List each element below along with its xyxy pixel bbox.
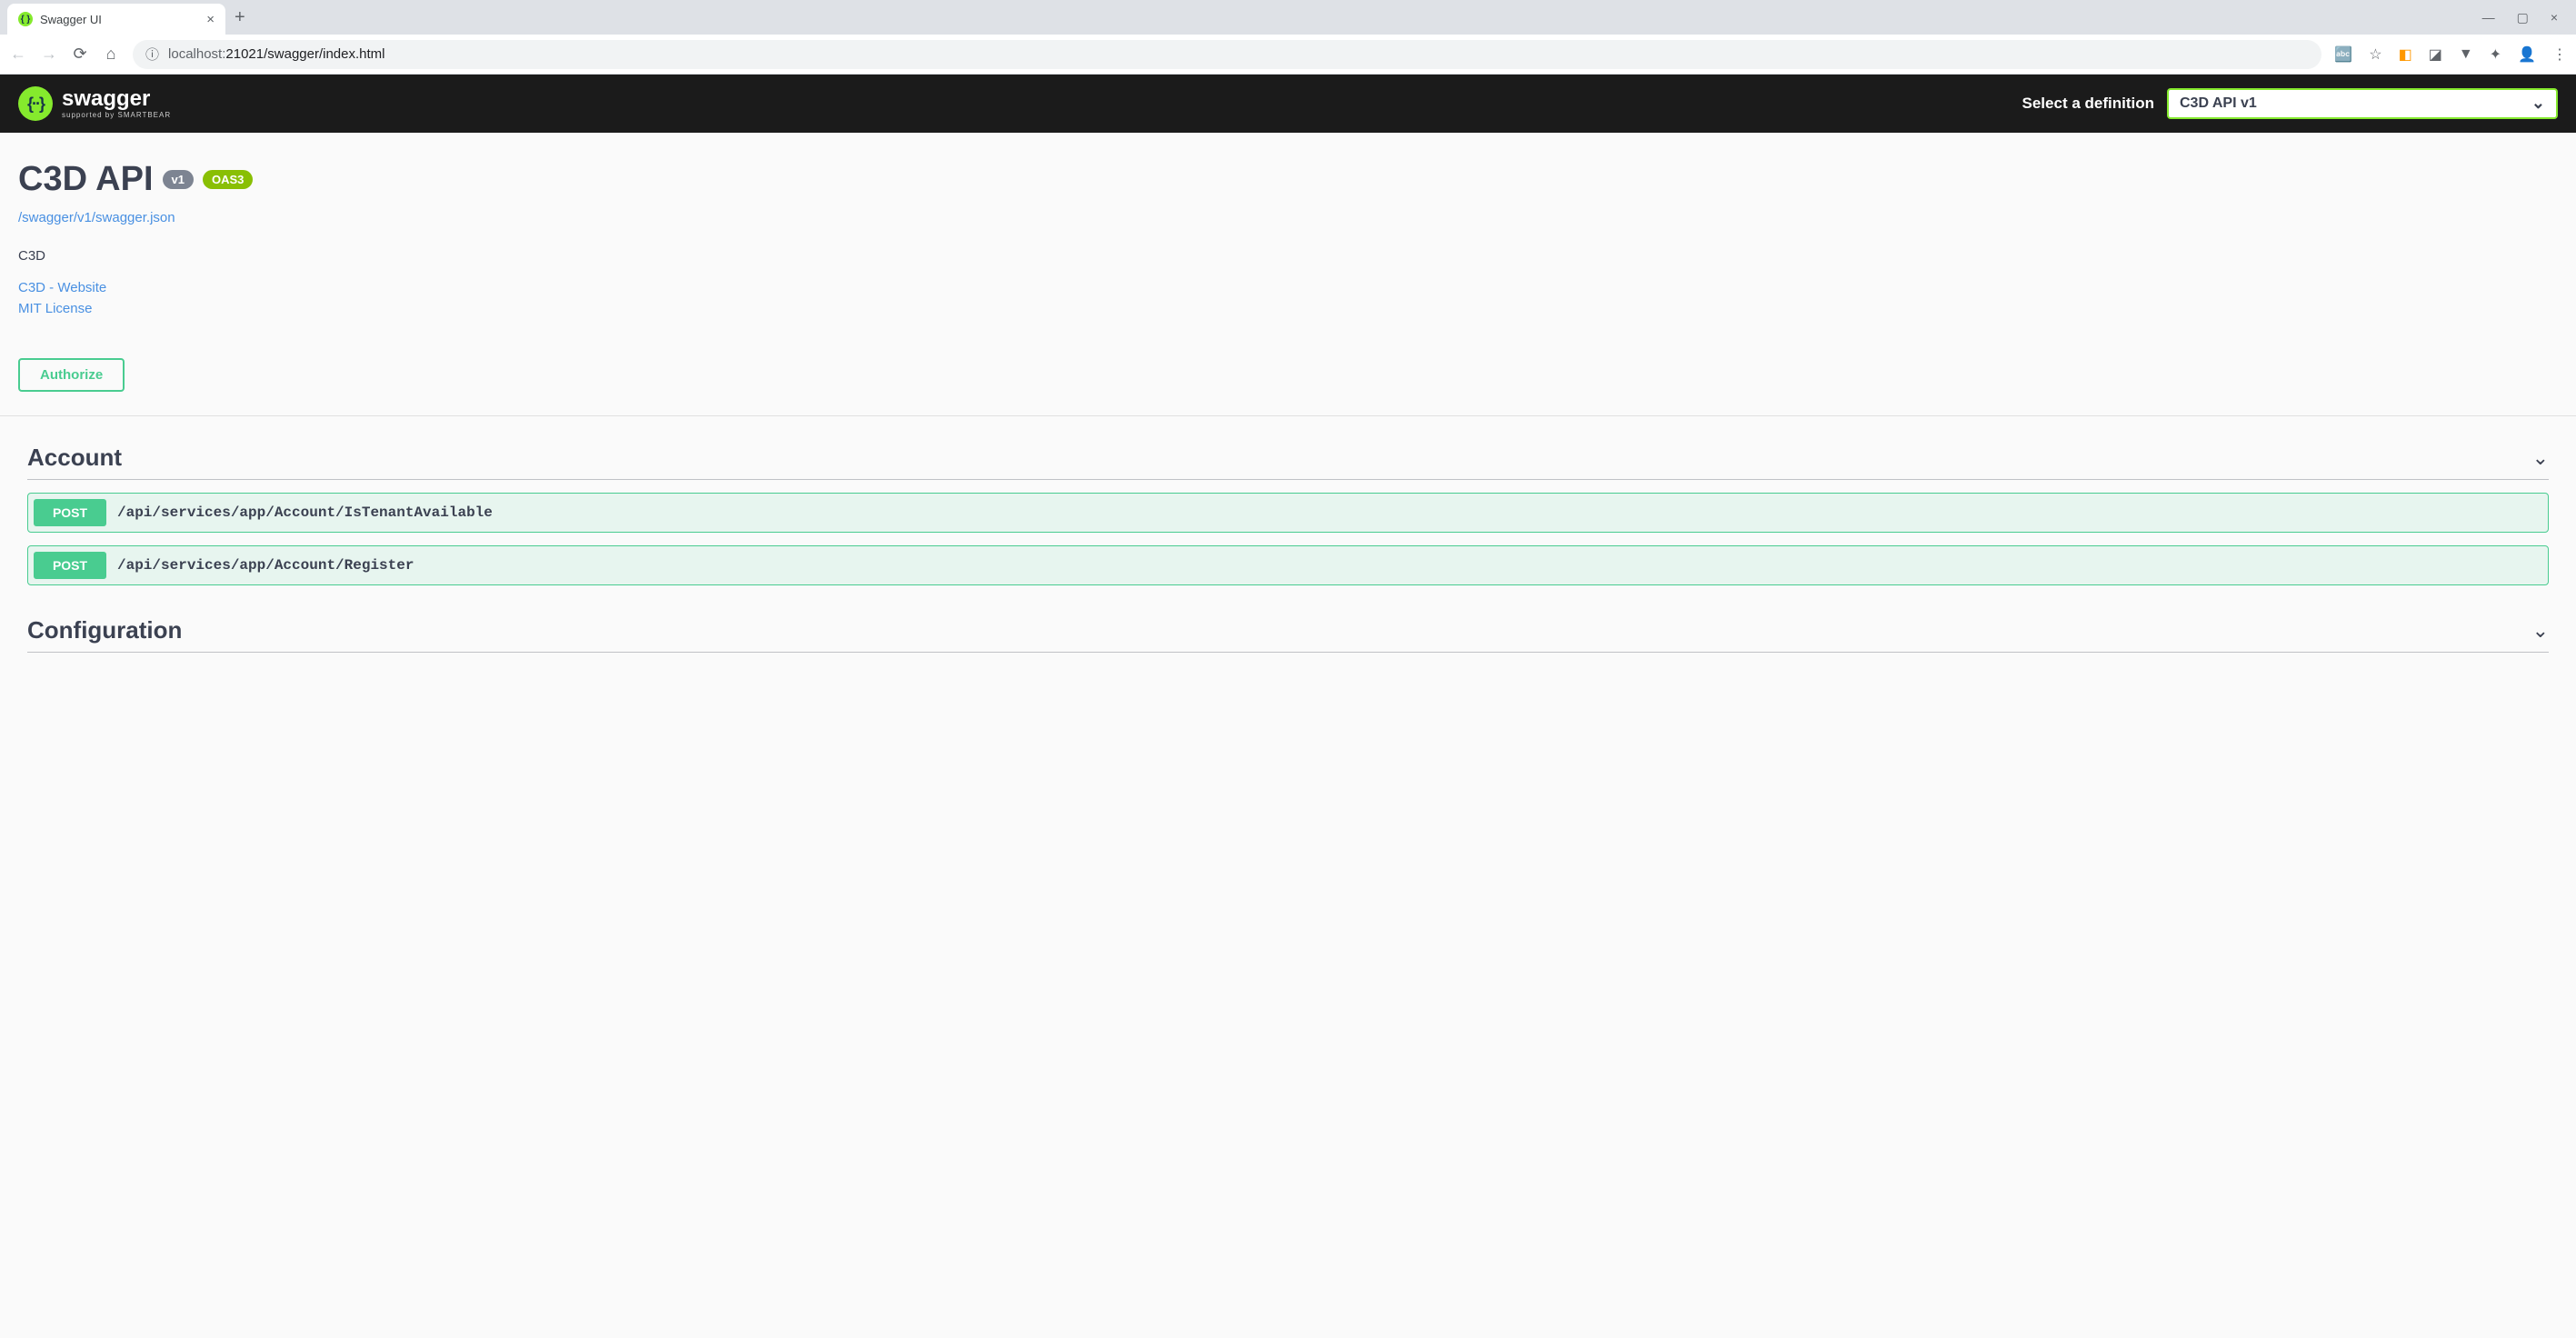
browser-tab[interactable]: { } Swagger UI × — [7, 4, 225, 35]
swagger-topbar: {··} swagger supported by SMARTBEAR Sele… — [0, 75, 2576, 133]
back-icon[interactable]: ← — [9, 45, 27, 64]
translate-icon[interactable]: 🔤 — [2334, 45, 2352, 64]
definition-label: Select a definition — [2022, 95, 2154, 113]
license-link[interactable]: MIT License — [18, 301, 2558, 316]
url-host: localhost: — [168, 46, 225, 62]
definition-select[interactable]: C3D API v1 — [2167, 88, 2558, 119]
address-bar[interactable]: ⓘ localhost:21021/swagger/index.html — [133, 40, 2321, 69]
operation-row[interactable]: POST /api/services/app/Account/IsTenantA… — [27, 493, 2549, 533]
method-badge: POST — [34, 499, 106, 526]
operation-path: /api/services/app/Account/IsTenantAvaila… — [117, 504, 493, 521]
tag-account[interactable]: Account ⌄ — [27, 434, 2549, 480]
url-path: 21021/swagger/index.html — [225, 46, 384, 62]
version-badge: v1 — [163, 170, 194, 189]
extension-icon[interactable]: ◪ — [2429, 45, 2442, 64]
home-icon[interactable]: ⌂ — [102, 45, 120, 64]
info-section: C3D API v1 OAS3 /swagger/v1/swagger.json… — [0, 133, 2576, 358]
reload-icon[interactable]: ⟳ — [71, 45, 89, 64]
address-bar-row: ← → ⟳ ⌂ ⓘ localhost:21021/swagger/index.… — [0, 35, 2576, 75]
definition-selected: C3D API v1 — [2180, 95, 2257, 111]
forward-icon[interactable]: → — [40, 45, 58, 64]
minimize-icon[interactable]: — — [2482, 10, 2495, 25]
website-link[interactable]: C3D - Website — [18, 280, 2558, 295]
window-controls: — ▢ × — [2482, 10, 2569, 25]
maximize-icon[interactable]: ▢ — [2517, 10, 2529, 25]
tab-title: Swagger UI — [40, 13, 102, 26]
oas-badge: OAS3 — [203, 170, 253, 189]
close-tab-icon[interactable]: × — [206, 12, 215, 27]
authorize-button[interactable]: Authorize — [18, 358, 125, 392]
tag-name: Account — [27, 444, 122, 472]
chevron-down-icon: ⌄ — [2532, 619, 2549, 643]
extension-icons: 🔤 ☆ ◧ ◪ ▼ ✦ 👤 ⋮ — [2334, 45, 2567, 64]
chevron-down-icon: ⌄ — [2532, 446, 2549, 470]
bookmark-icon[interactable]: ☆ — [2369, 45, 2381, 64]
more-icon[interactable]: ⋮ — [2552, 45, 2567, 64]
swagger-logo: {··} swagger supported by SMARTBEAR — [18, 86, 171, 121]
method-badge: POST — [34, 552, 106, 579]
logo-subtext: supported by SMARTBEAR — [62, 112, 171, 120]
operations-container: Account ⌄ POST /api/services/app/Account… — [0, 415, 2576, 693]
logo-icon: {··} — [18, 86, 53, 121]
extension-icon[interactable]: ◧ — [2399, 45, 2412, 64]
api-description: C3D — [18, 248, 2558, 264]
tag-configuration[interactable]: Configuration ⌄ — [27, 607, 2549, 653]
api-title: C3D API — [18, 160, 154, 199]
favicon-icon: { } — [18, 12, 33, 26]
tab-bar: { } Swagger UI × + — ▢ × — [0, 0, 2576, 35]
logo-text: swagger — [62, 87, 171, 111]
extensions-puzzle-icon[interactable]: ✦ — [2490, 45, 2501, 64]
tag-name: Configuration — [27, 616, 182, 644]
operation-row[interactable]: POST /api/services/app/Account/Register — [27, 545, 2549, 585]
operation-path: /api/services/app/Account/Register — [117, 557, 414, 574]
site-info-icon[interactable]: ⓘ — [145, 45, 159, 64]
new-tab-button[interactable]: + — [225, 7, 255, 28]
close-window-icon[interactable]: × — [2551, 10, 2558, 25]
profile-icon[interactable]: 👤 — [2518, 45, 2536, 64]
extension-icon[interactable]: ▼ — [2459, 46, 2473, 63]
browser-chrome: { } Swagger UI × + — ▢ × ← → ⟳ ⌂ ⓘ local… — [0, 0, 2576, 75]
spec-url-link[interactable]: /swagger/v1/swagger.json — [18, 210, 175, 225]
